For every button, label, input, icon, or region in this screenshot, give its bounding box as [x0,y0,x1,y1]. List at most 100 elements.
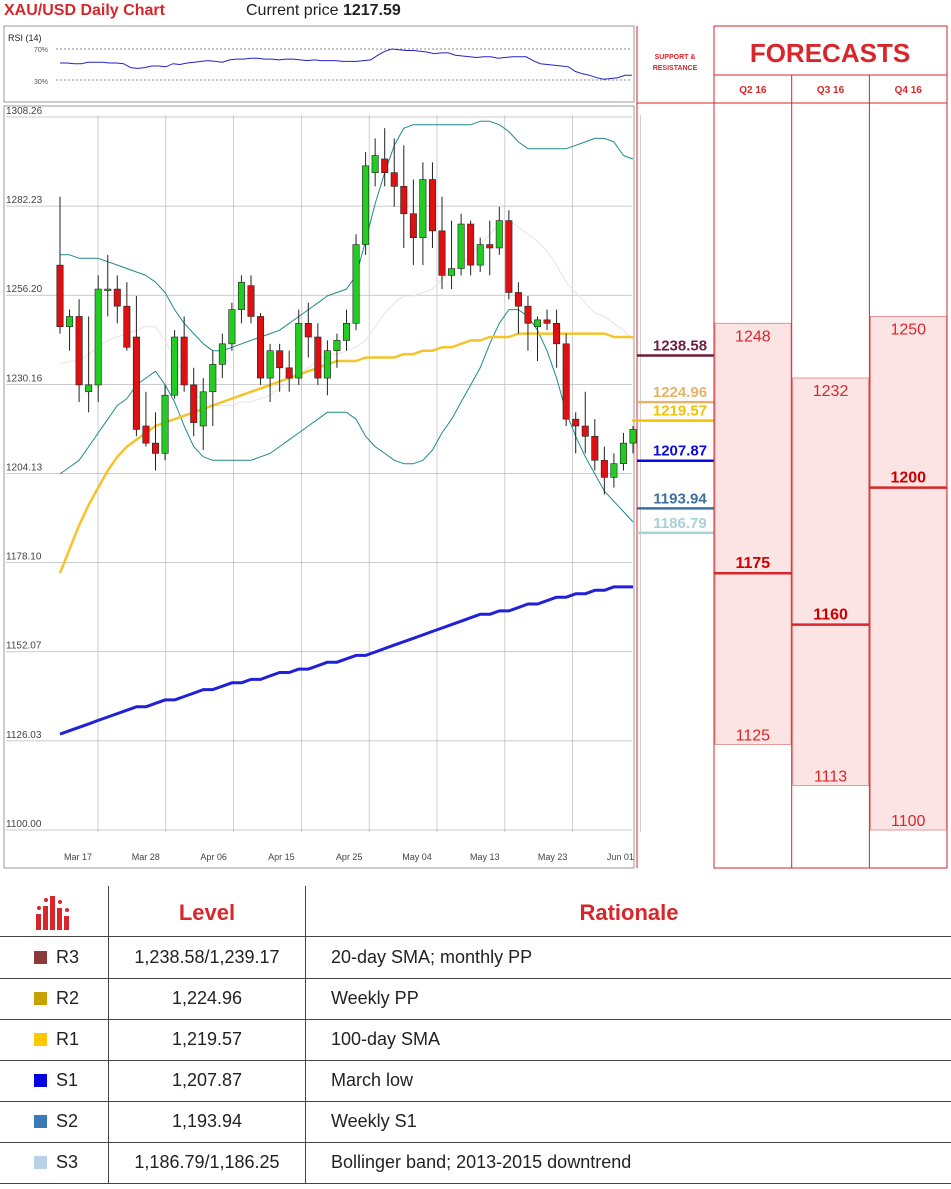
candle-body [285,367,293,379]
candle-body [199,391,207,427]
candle-body [190,384,198,423]
x-tick-label: Apr 15 [268,852,295,862]
candle-body [276,350,284,369]
current-price: Current price 1217.59 [246,2,401,20]
candle-body [132,336,140,430]
table-header: Level Rationale [0,886,951,937]
level-swatch [34,1033,47,1046]
candle-body [352,244,360,324]
forecast-range-box [714,322,792,745]
forecast-median-value: 1200 [890,470,926,487]
level-value: 1,207.87 [108,1060,305,1101]
candle-body [428,179,436,232]
level-name: S3 [56,1152,79,1172]
candle-body [533,319,541,328]
candle-body [591,435,599,461]
candle-body [514,292,522,307]
level-swatch [34,1074,47,1087]
level-rationale: Weekly S1 [305,1101,951,1142]
candle-body [342,323,350,341]
price-value: 1217.59 [342,2,401,19]
y-tick-label: 1152.07 [6,641,42,652]
price-label: Current price [246,2,339,19]
candle-body [152,442,160,454]
forecast-low-value: 1125 [736,727,771,744]
level-rationale: Bollinger band; 2013-2015 downtrend [305,1142,951,1183]
rsi-70-label: 70% [34,47,48,54]
table-row: R2 1,224.96 Weekly PP [0,978,951,1020]
chart-title: XAU/USD Daily Chart [4,2,165,19]
candle-body [237,281,245,310]
candle-body [314,336,322,379]
x-tick-label: Mar 17 [64,852,92,862]
candle-body [209,364,217,393]
candle-body [448,268,456,276]
level-value: 1,238.58/1,239.17 [108,937,305,978]
sr-level-value: 1238.58 [653,338,707,355]
forecast-range-box [792,377,870,786]
level-name: R2 [56,988,80,1008]
candle-body [600,459,608,478]
x-tick-label: May 13 [470,852,500,862]
sr-level-value: 1219.57 [653,403,707,420]
level-name: R1 [56,1029,80,1049]
x-tick-label: May 23 [538,852,568,862]
candle-body [467,223,475,266]
candle-body [562,343,570,420]
forecast-low-value: 1100 [891,813,926,830]
forecast-high-value: 1248 [735,328,771,345]
y-tick-label: 1230.16 [6,373,43,384]
candle-body [476,244,484,266]
level-rationale: 20-day SMA; monthly PP [305,937,951,978]
y-tick-label: 1126.03 [6,730,42,741]
candle-body [171,336,179,396]
x-tick-label: May 04 [402,852,432,862]
level-rationale: March low [305,1060,951,1101]
rsi-30-label: 30% [34,79,48,86]
level-name: S1 [56,1070,79,1090]
x-tick-label: Apr 25 [336,852,363,862]
level-swatch [34,1115,47,1128]
table-row: R3 1,238.58/1,239.17 20-day SMA; monthly P… [0,937,951,979]
level-swatch [34,992,47,1005]
candle-body [610,463,618,478]
candle-body [381,158,389,173]
bar-chart-icon [36,896,69,930]
candle-body [333,340,341,351]
candle-body [572,418,580,427]
y-tick-label: 1308.26 [6,106,43,117]
candle-body [629,429,637,444]
candle-body [505,220,513,293]
forecast-column-label: Q4 16 [895,85,923,96]
y-tick-label: 1256.20 [6,284,43,295]
rationale-header: Rationale [305,886,951,936]
candle-body [247,285,255,317]
forecasts-title: FORECASTS [750,38,910,68]
candle-body [438,230,446,276]
sr-level-value: 1207.87 [653,443,707,460]
level-value: 1,186.79/1,186.25 [108,1142,305,1183]
x-tick-label: Jun 01 [607,852,634,862]
candle-body [218,343,226,365]
candle-body [409,213,417,239]
table-row: S1 1,207.87 March low [0,1060,951,1102]
candle-body [553,323,561,345]
candle-body [75,316,83,386]
candle-body [56,264,64,328]
level-name: S2 [56,1111,79,1131]
level-swatch [34,951,47,964]
sr-level-value: 1186.79 [653,515,706,532]
candle-body [257,316,265,379]
candle-body [304,323,312,338]
x-tick-label: Mar 28 [132,852,160,862]
forecast-median-value: 1175 [735,555,770,572]
forecast-column-label: Q2 16 [739,85,767,96]
candle-body [457,223,465,269]
forecast-column-label: Q3 16 [817,85,845,96]
candle-body [180,336,188,386]
candle-body [619,442,627,464]
level-value: 1,224.96 [108,978,305,1019]
forecast-range-box [870,316,947,831]
candle-body [295,323,303,379]
candle-body [113,288,121,307]
